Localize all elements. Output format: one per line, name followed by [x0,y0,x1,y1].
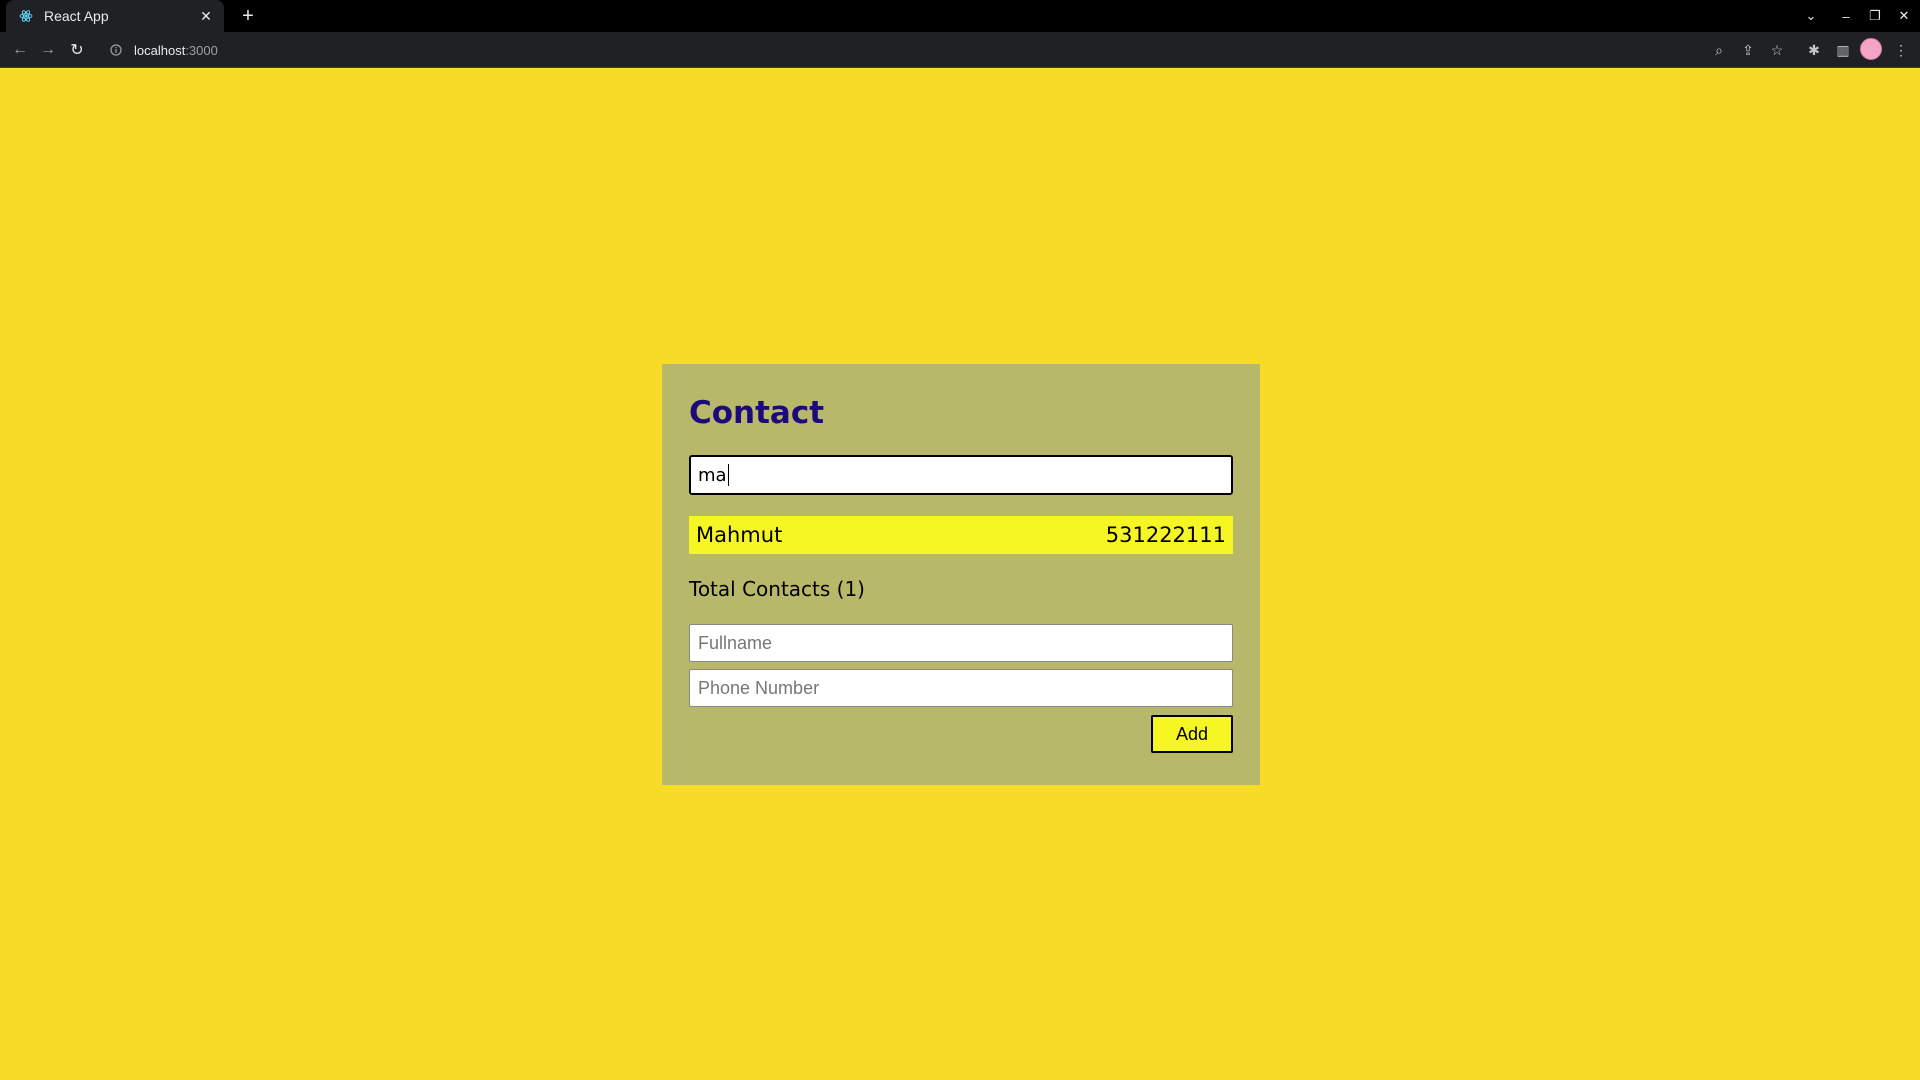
phone-number-placeholder: Phone Number [698,677,820,698]
fullname-placeholder: Fullname [698,632,773,653]
minimize-icon[interactable]: – [1832,0,1860,32]
form-actions: Add [689,715,1233,753]
list-item: Mahmut 531222111 [689,516,1233,554]
new-tab-icon[interactable]: + [236,4,260,28]
site-info-icon[interactable] [108,42,124,58]
page-title: Contact [689,395,825,431]
tab-search-icon[interactable]: ⌄ [1797,0,1825,32]
reload-icon[interactable]: ↻ [65,38,89,62]
contact-name: Mahmut [696,523,783,547]
address-bar[interactable]: localhost:3000 [98,36,1792,64]
side-panel-icon[interactable]: ▥ [1831,38,1855,62]
back-icon[interactable]: ← [8,38,32,62]
restore-icon[interactable]: ❐ [1861,0,1889,32]
react-logo-icon [18,8,34,24]
profile-avatar[interactable] [1860,38,1882,60]
phone-number-field[interactable]: Phone Number [689,669,1233,707]
contact-card: Contact ma Mahmut 531222111 Total Contac… [662,364,1260,785]
more-menu-icon[interactable]: ⋮ [1889,38,1913,62]
share-icon[interactable]: ⇪ [1736,38,1760,62]
text-caret [727,464,729,486]
browser-toolbar: ← → ↻ localhost:3000 ⌕ ⇪ ☆ ✱ ▥ ⋮ [0,32,1920,68]
filter-input-value: ma [698,464,727,486]
close-window-icon[interactable]: ✕ [1890,0,1918,32]
extensions-icon[interactable]: ✱ [1802,38,1826,62]
zoom-icon[interactable]: ⌕ [1707,38,1731,62]
forward-icon[interactable]: → [36,38,60,62]
add-button[interactable]: Add [1151,715,1233,753]
total-contacts-label: Total Contacts (1) [689,577,865,601]
tab-title: React App [44,8,109,24]
url-host: localhost [134,42,186,58]
browser-tab[interactable]: React App ✕ [6,0,224,32]
url-port: :3000 [185,42,218,58]
tab-strip: React App ✕ + ⌄ – ❐ ✕ [0,0,1920,32]
fullname-field[interactable]: Fullname [689,624,1233,662]
close-tab-icon[interactable]: ✕ [196,6,216,26]
contact-phone: 531222111 [1105,523,1226,547]
filter-input[interactable]: ma [689,455,1233,495]
bookmark-star-icon[interactable]: ☆ [1765,38,1789,62]
